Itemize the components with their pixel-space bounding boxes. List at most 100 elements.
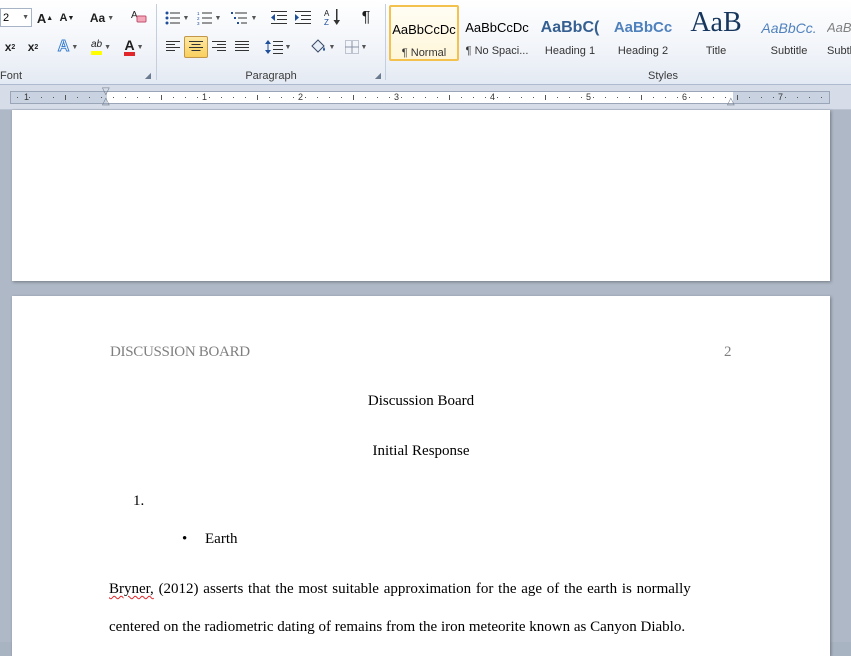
dialog-launcher-icon[interactable]: ◢ <box>375 71 381 80</box>
ruler-tick <box>161 95 162 100</box>
page-2[interactable]: DISCUSSION BOARD 2 Discussion Board Init… <box>12 296 830 656</box>
style-title[interactable]: AaB Title <box>681 5 751 61</box>
ruler-dot <box>497 97 498 98</box>
ruler-number: 5 <box>586 92 592 102</box>
borders-button[interactable]: ▼ <box>341 37 371 57</box>
hanging-indent-icon[interactable]: △ <box>102 97 110 107</box>
font-size-box[interactable]: 2 ▼ <box>0 8 32 27</box>
style-no-spacing[interactable]: AaBbCcDc ¶ No Spaci... <box>462 5 532 61</box>
ruler-dot <box>665 97 666 98</box>
align-right-icon <box>212 41 226 51</box>
chevron-down-icon: ▼ <box>360 43 368 51</box>
svg-text:Z: Z <box>324 18 329 26</box>
align-left-button[interactable] <box>163 37 183 57</box>
style-subtle-emphasis[interactable]: AaBl Subtl <box>827 5 851 61</box>
increase-indent-button[interactable] <box>293 8 313 28</box>
style-heading-2[interactable]: AaBbCc Heading 2 <box>608 5 678 61</box>
ruler-dot <box>605 97 606 98</box>
chevron-down-icon: ▼ <box>328 43 336 51</box>
ruler-dot <box>677 97 678 98</box>
styles-gallery: AaBbCcDc ¶ Normal AaBbCcDc ¶ No Spaci...… <box>389 3 851 63</box>
document-area[interactable]: DISCUSSION BOARD 2 Discussion Board Init… <box>0 110 851 656</box>
ruler-dot <box>149 97 150 98</box>
numbering-button[interactable]: 1 2 3 ▼ <box>195 8 223 28</box>
ruler-dot <box>413 97 414 98</box>
ruler-dot <box>461 97 462 98</box>
ruler-number: 3 <box>394 92 400 102</box>
paragraph-line-1: Bryner, (2012) asserts that the most sui… <box>109 581 691 597</box>
dialog-launcher-icon[interactable]: ◢ <box>145 71 151 80</box>
bullets-icon <box>165 11 180 25</box>
clear-formatting-button[interactable]: A <box>128 6 150 26</box>
horizontal-ruler[interactable]: 1 1 2 3 4 5 6 7 ▽ △ △ <box>0 85 851 110</box>
ruler-dot <box>557 97 558 98</box>
ruler-dot <box>521 97 522 98</box>
multilevel-list-button[interactable]: ▼ <box>229 8 259 28</box>
multilevel-list-icon <box>230 12 247 24</box>
spelling-error-word[interactable]: Bryner, <box>109 581 154 597</box>
right-indent-icon[interactable]: △ <box>727 97 735 107</box>
ruler-dot <box>173 97 174 98</box>
font-color-button[interactable]: A ▼ <box>120 37 148 57</box>
ruler-tick <box>353 95 354 100</box>
ruler-strip[interactable]: 1 1 2 3 4 5 6 7 <box>10 91 830 104</box>
chevron-down-icon: ▼ <box>214 14 222 22</box>
ruler-dot <box>113 97 114 98</box>
grow-font-button[interactable]: A ▲ <box>36 8 54 28</box>
ruler-dot <box>569 97 570 98</box>
shrink-font-button[interactable]: A ▼ <box>58 8 76 28</box>
ruler-dot <box>209 97 210 98</box>
ruler-dot <box>293 97 294 98</box>
subscript-button[interactable]: x2 <box>0 37 20 57</box>
chevron-down-icon: ▼ <box>107 14 115 22</box>
style-subtitle[interactable]: AaBbCc. Subtitle <box>754 5 824 61</box>
bullets-button[interactable]: ▼ <box>163 8 191 28</box>
clear-formatting-icon: A <box>131 10 147 23</box>
borders-icon <box>344 40 359 54</box>
ruler-dot <box>437 97 438 98</box>
superscript-button[interactable]: x2 <box>22 37 44 57</box>
ruler-dot <box>29 97 30 98</box>
arrow-up-icon: ▲ <box>46 14 54 22</box>
ruler-dot <box>245 97 246 98</box>
ruler-dot <box>581 97 582 98</box>
ribbon: 2 ▼ A ▲ A ▼ Aa ▼ A x2 x2 A ▼ ab ▼ A ▼ Fo… <box>0 0 851 85</box>
show-formatting-button[interactable]: ¶ <box>355 8 377 28</box>
ruler-dot <box>377 97 378 98</box>
sort-button[interactable]: A Z <box>323 7 343 27</box>
subscript-two-icon: 2 <box>11 43 16 51</box>
document-title: Discussion Board <box>367 393 475 409</box>
justify-button[interactable] <box>232 37 252 57</box>
ruler-dot <box>749 97 750 98</box>
style-heading-1[interactable]: AaBbC( Heading 1 <box>535 5 605 61</box>
svg-text:A: A <box>324 9 330 18</box>
shading-button[interactable]: ▼ <box>307 37 337 57</box>
decrease-indent-icon <box>271 11 287 24</box>
ruler-tick <box>737 95 738 100</box>
ruler-dot <box>137 97 138 98</box>
align-right-button[interactable] <box>209 37 229 57</box>
ruler-dot <box>305 97 306 98</box>
numbered-list-item: 1. <box>133 493 145 509</box>
line-spacing-button[interactable]: ▼ <box>263 37 293 57</box>
align-left-icon <box>166 41 180 51</box>
ruler-number: 2 <box>298 92 304 102</box>
align-center-button[interactable] <box>184 36 208 58</box>
paragraph-line-2: centered on the radiometric dating of re… <box>109 619 686 635</box>
ruler-dot <box>197 97 198 98</box>
line-spacing-icon <box>264 40 283 54</box>
ruler-dot <box>713 97 714 98</box>
ruler-tick <box>65 95 66 100</box>
ruler-dot <box>41 97 42 98</box>
ruler-dot <box>233 97 234 98</box>
ruler-dot <box>317 97 318 98</box>
text-effects-button[interactable]: A ▼ <box>54 37 82 57</box>
decrease-indent-button[interactable] <box>269 8 289 28</box>
ruler-dot <box>761 97 762 98</box>
ruler-number: 1 <box>202 92 208 102</box>
arrow-down-icon: ▼ <box>67 14 75 22</box>
page-1[interactable] <box>12 110 830 281</box>
change-case-button[interactable]: Aa ▼ <box>88 8 116 28</box>
highlight-button[interactable]: ab ▼ <box>86 37 116 57</box>
style-normal[interactable]: AaBbCcDc ¶ Normal <box>389 5 459 61</box>
